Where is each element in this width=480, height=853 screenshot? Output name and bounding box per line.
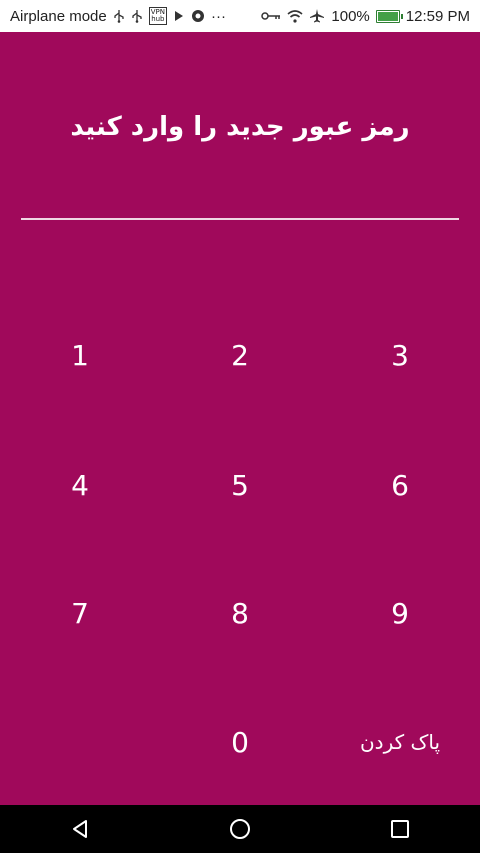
key-2[interactable]: 2 — [180, 325, 300, 385]
airplane-mode-label: Airplane mode — [10, 7, 107, 25]
key-icon — [261, 11, 281, 21]
back-icon — [73, 820, 87, 838]
recents-button[interactable] — [370, 805, 430, 853]
clear-button[interactable]: پاک کردن — [320, 712, 480, 772]
key-3[interactable]: 3 — [340, 325, 460, 385]
clock: 12:59 PM — [405, 7, 470, 25]
more-notifications-icon: ··· — [210, 7, 226, 25]
usb-icon — [113, 9, 125, 23]
key-8[interactable]: 8 — [180, 583, 300, 643]
key-4[interactable]: 4 — [20, 455, 140, 515]
pin-input-field[interactable] — [21, 218, 459, 220]
play-store-icon — [173, 10, 185, 22]
key-5[interactable]: 5 — [180, 455, 300, 515]
key-6[interactable]: 6 — [340, 455, 460, 515]
airplane-icon — [309, 8, 325, 24]
key-9[interactable]: 9 — [340, 583, 460, 643]
hub-label: hub — [151, 15, 165, 23]
app-notification-icon — [191, 9, 205, 23]
wifi-icon — [287, 9, 303, 23]
home-icon — [230, 819, 250, 839]
key-1[interactable]: 1 — [20, 325, 140, 385]
key-7[interactable]: 7 — [20, 583, 140, 643]
page-title: رمز عبور جدید را وارد کنید — [70, 112, 410, 142]
key-0[interactable]: 0 — [180, 712, 300, 772]
home-button[interactable] — [210, 805, 270, 853]
vpn-hub-icon: VPN hub — [148, 7, 167, 25]
navigation-bar — [0, 805, 480, 853]
battery-fill — [377, 11, 398, 21]
recents-icon — [391, 820, 409, 838]
back-button[interactable] — [50, 805, 110, 853]
battery-icon — [375, 9, 403, 23]
status-right: 100% 12:59 PM — [261, 8, 470, 25]
status-bar: Airplane mode VPN hub ··· 100% 12:59 PM — [0, 0, 480, 32]
usb-icon-2 — [131, 9, 143, 23]
pin-entry-screen: رمز عبور جدید را وارد کنید 1 2 3 4 5 6 7… — [0, 32, 480, 805]
battery-percent: 100% — [331, 7, 370, 25]
status-left: Airplane mode VPN hub ··· — [10, 7, 226, 25]
